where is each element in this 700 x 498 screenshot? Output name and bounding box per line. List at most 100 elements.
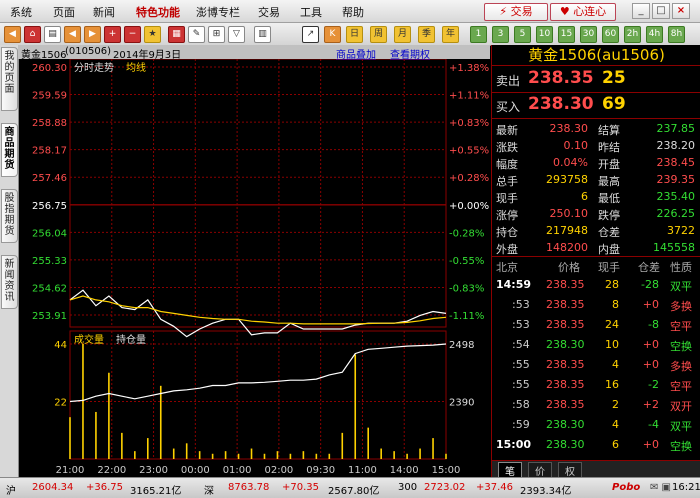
volume-bar xyxy=(69,417,71,459)
stat-label: 涨停 xyxy=(496,209,518,222)
next-icon[interactable]: ▶ xyxy=(84,26,101,43)
prev-icon[interactable]: ◀ xyxy=(64,26,81,43)
menu-system[interactable]: 系统 xyxy=(10,4,32,20)
csi300-amount: 2393.34亿 xyxy=(520,486,572,497)
tick-chart-icon[interactable]: ↗ xyxy=(302,26,319,43)
menu-special[interactable]: 特色功能 xyxy=(136,4,180,20)
tick-price: 238.35 xyxy=(546,378,585,391)
period-month[interactable]: 月 xyxy=(394,26,411,43)
stat-row: 涨跌 0.10 昨结 238.20 xyxy=(492,138,700,154)
volume-bar xyxy=(302,451,305,459)
tick-price: 238.30 xyxy=(546,438,585,451)
intraday-chart[interactable]: 21:00 22:00 23:00 00:00 01:00 02:00 09:30 11:00… xyxy=(18,59,490,477)
stat-value: 0.04% xyxy=(553,156,588,169)
tick-time: 15:00 xyxy=(496,438,532,451)
menu-page[interactable]: 页面 xyxy=(53,4,75,20)
tick-volume: 16 xyxy=(605,378,619,391)
stat-value: 6 xyxy=(581,190,588,203)
xinlianxin-button[interactable]: ♥ 心连心 xyxy=(550,3,616,21)
tab-news[interactable]: 新闻资讯 xyxy=(1,255,18,309)
volume-panel-frame xyxy=(69,330,447,460)
filter-icon[interactable]: ▽ xyxy=(228,26,245,43)
maximize-button[interactable]: □ xyxy=(652,3,670,19)
kline-icon[interactable]: K xyxy=(324,26,341,43)
volume-bar xyxy=(134,451,136,459)
volume-tick-label: 44 xyxy=(54,340,67,351)
price-line xyxy=(69,289,447,338)
tick-time: :53 xyxy=(512,298,530,311)
table-icon[interactable]: ▥ xyxy=(254,26,271,43)
menu-pobo-column[interactable]: 澎博专栏 xyxy=(196,4,240,20)
home-icon[interactable]: ⌂ xyxy=(24,26,41,43)
stat-value: 239.35 xyxy=(656,173,696,186)
price-tick-label: 255.33 xyxy=(32,256,67,267)
pen-icon[interactable]: ✎ xyxy=(188,26,205,43)
period-week[interactable]: 周 xyxy=(370,26,387,43)
chart-icon[interactable]: ▦ xyxy=(168,26,185,43)
analysis-icon[interactable]: ★ xyxy=(144,26,161,43)
minimize-button[interactable]: _ xyxy=(632,3,650,19)
period-quarter[interactable]: 季 xyxy=(418,26,435,43)
min-15[interactable]: 15 xyxy=(558,26,575,43)
xinlianxin-button-label: 心连心 xyxy=(573,5,607,18)
instrument-code: (010506) xyxy=(65,46,111,57)
min-60[interactable]: 60 xyxy=(602,26,619,43)
tick-diff: +2 xyxy=(642,398,659,411)
min-10[interactable]: 10 xyxy=(536,26,553,43)
zoom-in-icon[interactable]: + xyxy=(104,26,121,43)
tab-index-futures[interactable]: 股指期货 xyxy=(1,189,18,243)
trade-button[interactable]: ⚡ 交易 xyxy=(484,3,548,21)
period-year[interactable]: 年 xyxy=(442,26,459,43)
heart-icon: ♥ xyxy=(559,5,570,18)
percent-tick-label: -0.55% xyxy=(449,256,484,267)
volume-bar xyxy=(341,432,344,459)
stat-value: 238.20 xyxy=(656,139,696,152)
sh-market: 沪 xyxy=(6,486,16,497)
period-day[interactable]: 日 xyxy=(346,26,363,43)
min-3[interactable]: 3 xyxy=(492,26,509,43)
tick-header-diff: 仓差 xyxy=(638,261,660,274)
min-1[interactable]: 1 xyxy=(470,26,487,43)
percent-tick-label: +0.00% xyxy=(449,201,489,212)
hour-8[interactable]: 8h xyxy=(668,26,685,43)
back-icon[interactable]: ◀ xyxy=(4,26,21,43)
stat-label: 仓差 xyxy=(598,226,620,239)
page-icon[interactable]: ▤ xyxy=(44,26,61,43)
stat-row: 最新 238.30 结算 237.85 xyxy=(492,121,700,137)
min-5[interactable]: 5 xyxy=(514,26,531,43)
zoom-out-icon[interactable]: − xyxy=(124,26,141,43)
tick-price: 238.35 xyxy=(546,278,585,291)
time-tick-label: 23:00 xyxy=(139,465,168,476)
hour-2[interactable]: 2h xyxy=(624,26,641,43)
stat-label: 结算 xyxy=(598,124,620,137)
min-30[interactable]: 30 xyxy=(580,26,597,43)
time-tick-label: 14:00 xyxy=(390,465,419,476)
menu-tools[interactable]: 工具 xyxy=(300,4,322,20)
volume-bar xyxy=(380,448,382,459)
menu-trade[interactable]: 交易 xyxy=(258,4,280,20)
percent-tick-label: -0.28% xyxy=(449,228,484,239)
tick-diff: -8 xyxy=(648,318,659,331)
volume-bar xyxy=(95,411,97,459)
stat-value: 237.85 xyxy=(656,122,696,135)
csi300-change: +37.46 xyxy=(476,482,514,493)
close-button[interactable]: × xyxy=(672,3,690,19)
tick-nature: 空平 xyxy=(670,320,692,333)
tab-commodity-futures[interactable]: 商品期货 xyxy=(1,123,18,177)
stat-value: 3722 xyxy=(667,224,695,237)
sh-price: 2604.34 xyxy=(32,482,74,493)
tab-my-page[interactable]: 我的页面 xyxy=(1,47,18,111)
split-icon[interactable]: ⊞ xyxy=(208,26,225,43)
volume-bar xyxy=(172,448,175,459)
hour-4[interactable]: 4h xyxy=(646,26,663,43)
menu-help[interactable]: 帮助 xyxy=(342,4,364,20)
tick-price: 238.35 xyxy=(546,358,585,371)
bid-row[interactable]: 买入 238.30 69 xyxy=(492,93,700,117)
sh-change: +36.75 xyxy=(86,482,124,493)
tick-tabs: 笔 价 权 xyxy=(492,460,700,479)
trade-icon: ⚡ xyxy=(499,5,508,18)
menu-news[interactable]: 新闻 xyxy=(93,4,115,20)
volume-bar xyxy=(276,451,279,459)
tick-diff: +0 xyxy=(642,438,659,451)
ask-row[interactable]: 卖出 238.35 25 xyxy=(492,67,700,91)
